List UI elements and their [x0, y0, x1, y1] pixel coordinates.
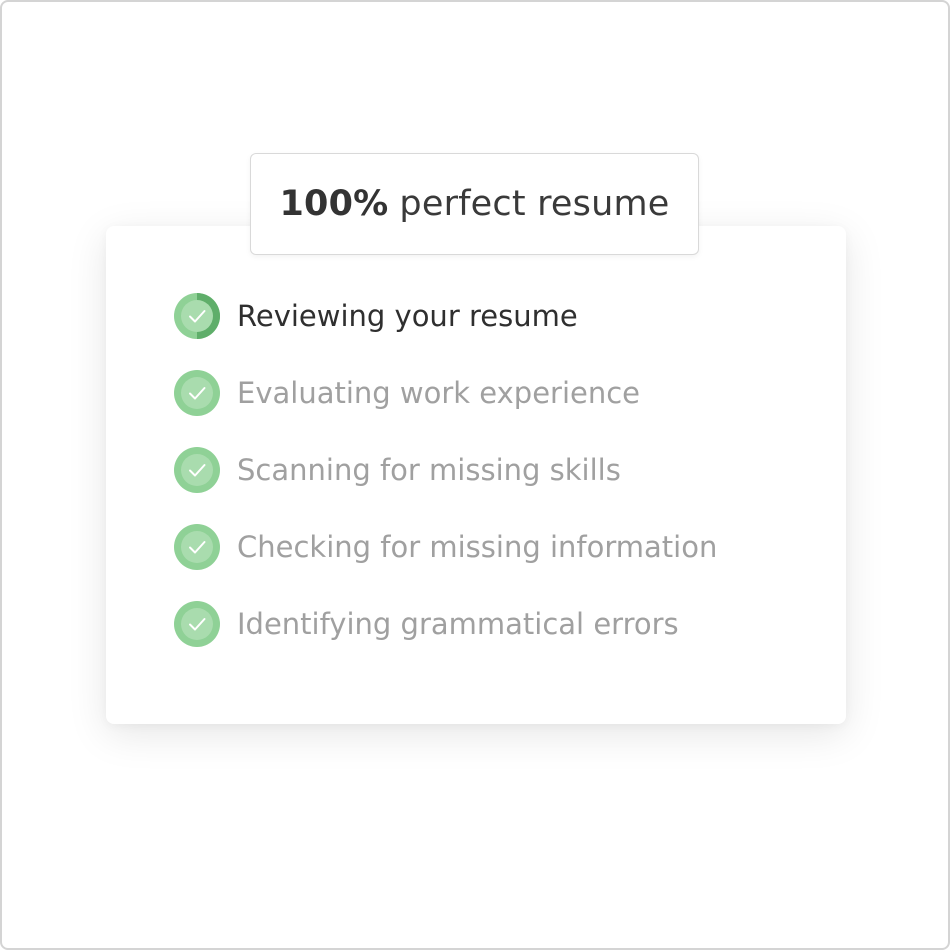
check-circle-progress-icon — [174, 293, 220, 339]
score-percent: 100% — [279, 184, 389, 224]
check-item-label: Evaluating work experience — [237, 376, 641, 410]
check-item-scanning-skills: Scanning for missing skills — [174, 446, 717, 494]
check-circle-icon — [174, 370, 220, 416]
check-item-label: Identifying grammatical errors — [237, 607, 679, 641]
score-label: perfect resume — [399, 184, 670, 224]
check-item-checking-information: Checking for missing information — [174, 523, 717, 571]
resume-check-list: Reviewing your resume Evaluating work ex… — [174, 292, 717, 677]
check-circle-icon — [174, 601, 220, 647]
check-item-label: Scanning for missing skills — [237, 453, 621, 487]
resume-score-badge: 100% perfect resume — [250, 153, 699, 255]
check-item-identifying-errors: Identifying grammatical errors — [174, 600, 717, 648]
check-item-reviewing-resume: Reviewing your resume — [174, 292, 717, 340]
check-item-label: Reviewing your resume — [237, 299, 578, 333]
check-item-evaluating-experience: Evaluating work experience — [174, 369, 717, 417]
check-item-label: Checking for missing information — [237, 530, 718, 564]
check-circle-icon — [174, 524, 220, 570]
check-circle-icon — [174, 447, 220, 493]
